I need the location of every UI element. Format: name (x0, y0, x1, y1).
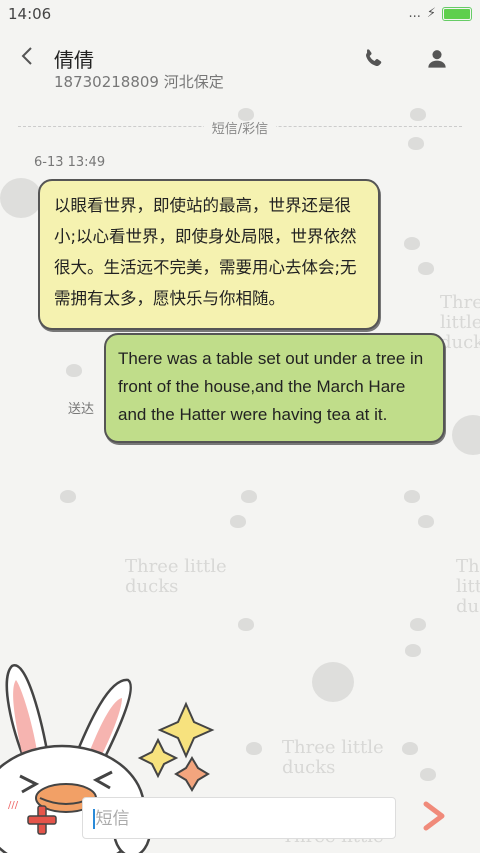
paw-decoration-icon (230, 515, 246, 528)
send-arrow-icon[interactable] (418, 800, 450, 832)
phone-icon[interactable] (360, 46, 386, 72)
background-text: Three little ducks (456, 557, 480, 617)
paw-decoration-icon (66, 364, 82, 377)
text-caret (93, 809, 95, 829)
background-text: Three little ducks (125, 556, 227, 597)
paw-decoration-icon (402, 742, 418, 755)
more-dots-icon: ... (408, 6, 421, 21)
paw-decoration-icon (246, 742, 262, 755)
status-icons: ... ⚡ (408, 6, 472, 21)
paw-decoration-icon (404, 237, 420, 250)
message-type-label: 短信/彩信 (0, 118, 480, 137)
message-timestamp: 6-13 13:49 (34, 155, 106, 170)
duck-decoration-icon (452, 415, 480, 455)
message-input-placeholder: 短信 (95, 809, 130, 829)
paw-decoration-icon (241, 490, 257, 503)
back-arrow-icon[interactable] (18, 46, 38, 66)
person-icon[interactable] (424, 46, 450, 72)
status-bar: 14:06 ... ⚡ (0, 0, 480, 28)
message-type-text: 短信/彩信 (203, 122, 277, 137)
svg-text:///: /// (8, 800, 19, 811)
duck-decoration-icon (312, 662, 354, 702)
duck-decoration-icon (0, 178, 42, 218)
paw-decoration-icon (238, 618, 254, 631)
background-text: Three little ducks (282, 737, 384, 778)
paw-decoration-icon (408, 137, 424, 150)
paw-decoration-icon (410, 618, 426, 631)
battery-icon (442, 6, 472, 21)
lightning-icon: ⚡ (426, 6, 436, 21)
message-input[interactable]: 短信 (82, 797, 396, 839)
paw-decoration-icon (405, 644, 421, 657)
status-time: 14:06 (8, 5, 52, 23)
conversation-header: 倩倩 18730218809 河北保定 (0, 28, 480, 108)
contact-name: 倩倩 (54, 48, 94, 72)
paw-decoration-icon (418, 262, 434, 275)
background-text: Three little ducks (440, 292, 480, 353)
paw-decoration-icon (404, 490, 420, 503)
delivery-status: 送达 (68, 402, 95, 417)
incoming-message-bubble[interactable]: 以眼看世界，即使站的最高，世界还是很小;以心看世界，即使身处局限，世界依然很大。… (38, 179, 380, 330)
contact-number-location: 18730218809 河北保定 (54, 73, 224, 91)
paw-decoration-icon (60, 490, 76, 503)
paw-decoration-icon (418, 515, 434, 528)
outgoing-message-bubble[interactable]: There was a table set out under a tree i… (104, 333, 445, 443)
paw-decoration-icon (420, 768, 436, 781)
